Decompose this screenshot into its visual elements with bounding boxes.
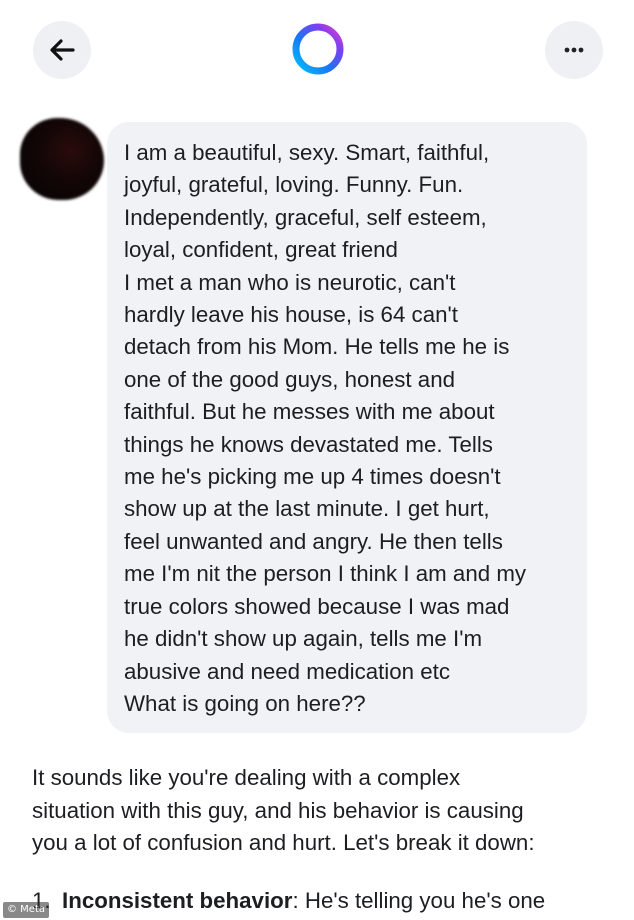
meta-ai-ring-icon [292,23,344,75]
message-line: abusive and need medication etc [124,658,451,684]
user-avatar[interactable] [20,118,104,200]
message-line: detach from his Mom. He tells me he is [124,334,510,360]
reply-line: you a lot of confusion and hurt. Let's b… [32,830,535,856]
message-line: feel unwanted and angry. He then tells [124,528,503,554]
message-line: I am a beautiful, sexy. Smart, faithful, [124,140,490,165]
message-line: show up at the last minute. I get hurt, [124,496,490,522]
back-button[interactable] [33,21,91,79]
reply-line: It sounds like you're dealing with a com… [32,765,461,790]
message-line: one of the good guys, honest and [124,366,456,392]
user-message-bubble: I am a beautiful, sexy. Smart, faithful,… [107,122,587,733]
message-line: he didn't show up again, tells me I'm [124,626,483,652]
reply-line: situation with this guy, and his behavio… [32,797,524,823]
list-item-title: Inconsistent behavior [62,888,293,913]
message-line: true colors showed because I was mad [124,593,510,619]
top-bar [0,0,634,100]
ellipsis-icon [564,47,584,53]
message-line: I met a man who is neurotic, can't [124,269,456,295]
reply-list-item: 1. Inconsistent behavior: He's telling yo… [32,885,612,917]
message-line: What is going on here?? [124,690,366,716]
message-line: hardly leave his house, is 64 can't [124,302,458,328]
more-options-button[interactable] [545,21,603,79]
meta-watermark: © Meta [3,902,50,918]
ai-reply: It sounds like you're dealing with a com… [32,762,612,860]
message-line: loyal, confident, great friend [124,237,398,263]
message-line: faithful. But he messes with me about [124,399,495,425]
list-item-text: : He's telling you he's one [292,888,546,913]
arrow-left-icon [50,39,75,61]
message-line: me he's picking me up 4 times doesn't [124,464,501,490]
message-line: me I'm nit the person I think I am and m… [124,561,527,587]
message-line: things he knows devastated me. Tells [124,431,493,457]
message-line: Independently, graceful, self esteem, [124,204,487,230]
message-line: joyful, grateful, loving. Funny. Fun. [124,172,464,198]
